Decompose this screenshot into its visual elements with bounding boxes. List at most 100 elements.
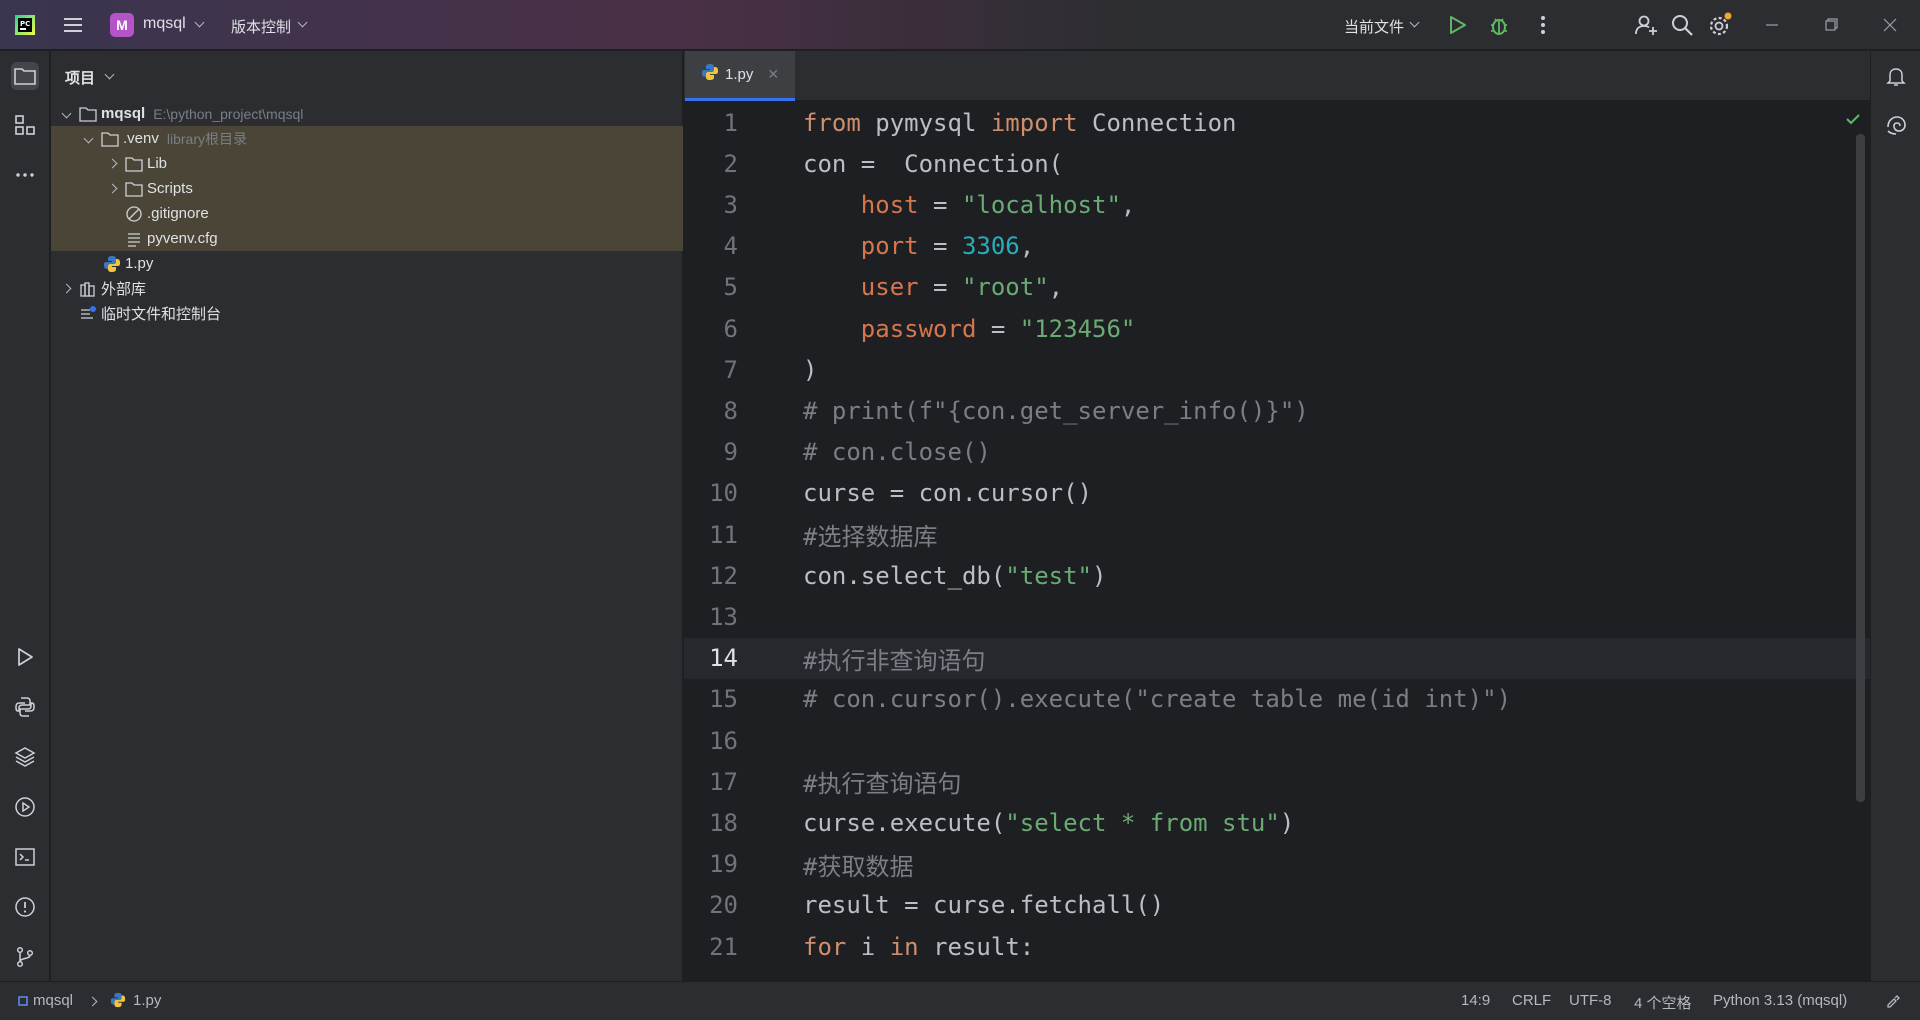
restore-icon[interactable] [1821,15,1841,35]
terminal-tool-button[interactable] [11,843,39,871]
pycharm-logo-icon[interactable]: PC [14,14,36,36]
line-number[interactable]: 18 [684,809,738,837]
tree-item-venv[interactable]: .venv library根目录 [51,126,683,151]
tab-1py[interactable]: 1.py ✕ [685,51,795,101]
chevron-down-icon[interactable] [104,69,115,80]
line-number[interactable]: 1 [684,109,738,137]
tree-item-pyvenv[interactable]: pyvenv.cfg [51,226,683,251]
more-tools-button[interactable] [11,161,39,189]
structure-tool-button[interactable] [11,111,39,139]
settings-icon[interactable] [1707,12,1733,38]
code-line[interactable]: 19 #获取数据 [684,844,1870,885]
line-number[interactable]: 4 [684,232,738,260]
project-badge[interactable]: M [110,13,134,37]
chevron-down-icon[interactable] [194,17,205,28]
code-line[interactable]: 12 con.select_db("test") [684,555,1870,596]
lock-icon[interactable] [1884,991,1902,1013]
line-number[interactable]: 13 [684,603,738,631]
tree-item-project-root[interactable]: mqsql E:\python_project\mqsql [51,101,683,126]
line-separator[interactable]: CRLF [1512,992,1551,1009]
code-line[interactable]: 10 curse = con.cursor() [684,473,1870,514]
line-number[interactable]: 11 [684,521,738,549]
more-actions-icon[interactable] [1530,12,1556,38]
chevron-right-icon[interactable] [105,157,119,171]
run-tool-button[interactable] [11,643,39,671]
chevron-down-icon[interactable] [297,17,308,28]
code-line[interactable]: 13 [684,596,1870,637]
code-line[interactable]: 20 result = curse.fetchall() [684,885,1870,926]
ai-assistant-button[interactable] [1882,111,1910,139]
line-number[interactable]: 20 [684,891,738,919]
code-editor[interactable]: 1 from pymysql import Connection 2 con = Co… [684,102,1870,981]
chevron-right-icon[interactable] [105,182,119,196]
chevron-right-icon[interactable] [59,282,73,296]
line-number[interactable]: 6 [684,315,738,343]
code-line[interactable]: 18 curse.execute("select * from stu") [684,802,1870,843]
caret-position[interactable]: 14:9 [1461,992,1490,1009]
tree-item-gitignore[interactable]: .gitignore [51,201,683,226]
line-number[interactable]: 12 [684,562,738,590]
services-tool-button[interactable] [11,793,39,821]
line-number[interactable]: 21 [684,933,738,961]
code-line[interactable]: 17 #执行查询语句 [684,761,1870,802]
line-number[interactable]: 14 [684,644,738,672]
tree-item-lib[interactable]: Lib [51,151,683,176]
editor-scrollbar[interactable] [1856,134,1865,802]
code-line[interactable]: 21 for i in result: [684,926,1870,967]
project-tool-button[interactable] [11,62,39,90]
line-number[interactable]: 3 [684,191,738,219]
minimize-icon[interactable] [1762,15,1782,35]
tree-item-scratches[interactable]: 临时文件和控制台 [51,301,683,326]
run-config-selector[interactable]: 当前文件 [1344,16,1404,37]
code-line[interactable]: 1 from pymysql import Connection [684,102,1870,143]
file-encoding[interactable]: UTF-8 [1569,992,1612,1009]
no-problems-check-icon[interactable] [1844,110,1862,128]
python-console-button[interactable] [11,693,39,721]
line-number[interactable]: 7 [684,356,738,384]
indent-setting[interactable]: 4 个空格 [1634,992,1692,1013]
line-number[interactable]: 10 [684,479,738,507]
code-line[interactable]: 16 [684,720,1870,761]
line-number[interactable]: 2 [684,150,738,178]
code-line[interactable]: 4 port = 3306, [684,226,1870,267]
breadcrumb-file[interactable]: 1.py [133,992,161,1009]
tree-item-1py[interactable]: 1.py [51,251,683,276]
vcs-menu[interactable]: 版本控制 [231,16,291,37]
line-number[interactable]: 5 [684,273,738,301]
line-number[interactable]: 8 [684,397,738,425]
python-packages-button[interactable] [11,743,39,771]
chevron-down-icon[interactable] [81,132,95,146]
line-number[interactable]: 17 [684,768,738,796]
chevron-down-icon[interactable] [59,107,73,121]
problems-tool-button[interactable] [11,893,39,921]
main-menu-icon[interactable] [62,14,84,36]
code-line[interactable]: 2 con = Connection( [684,143,1870,184]
code-line[interactable]: 11 #选择数据库 [684,514,1870,555]
code-line[interactable]: 5 user = "root", [684,267,1870,308]
debug-icon[interactable] [1486,12,1512,38]
tree-item-external-libraries[interactable]: 外部库 [51,276,683,301]
line-number[interactable]: 19 [684,850,738,878]
run-icon[interactable] [1444,12,1470,38]
code-line[interactable]: 3 host = "localhost", [684,184,1870,225]
line-number[interactable]: 9 [684,438,738,466]
tree-item-scripts[interactable]: Scripts [51,176,683,201]
close-icon[interactable]: ✕ [767,66,779,83]
add-user-icon[interactable] [1633,12,1659,38]
project-switcher[interactable]: mqsql [143,15,186,33]
code-line[interactable]: 7) [684,349,1870,390]
line-number[interactable]: 16 [684,727,738,755]
code-line[interactable]: 15 # con.cursor().execute("create table m… [684,679,1870,720]
search-icon[interactable] [1669,12,1695,38]
code-line[interactable]: 9 # con.close() [684,432,1870,473]
line-number[interactable]: 15 [684,685,738,713]
git-tool-button[interactable] [11,943,39,971]
project-panel-title[interactable]: 项目 [65,67,95,88]
notifications-button[interactable] [1882,62,1910,90]
chevron-down-icon[interactable] [1409,17,1420,28]
breadcrumb-project[interactable]: mqsql [33,992,73,1009]
code-line[interactable]: 14 #执行非查询语句 [684,637,1870,679]
code-line[interactable]: 8 # print(f"{con.get_server_info()}") [684,390,1870,431]
python-interpreter[interactable]: Python 3.13 (mqsql) [1713,992,1847,1009]
close-window-icon[interactable] [1880,15,1900,35]
